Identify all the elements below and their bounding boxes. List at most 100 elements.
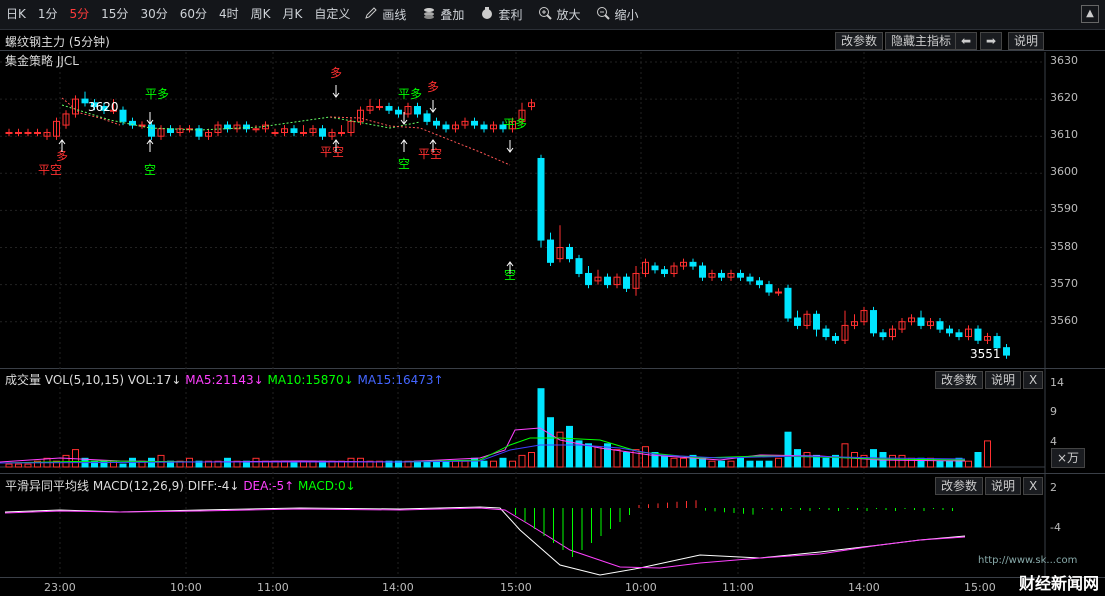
candle-body <box>955 332 963 338</box>
candle-body <box>936 321 944 330</box>
volume-bar <box>794 449 801 468</box>
volume-bar <box>851 452 858 468</box>
candle-body <box>376 106 383 109</box>
watermark-logo: 财经新闻网 <box>1018 574 1099 593</box>
candle-body <box>547 239 554 263</box>
signal-label: 平多 <box>398 87 422 101</box>
volume-bar <box>186 457 193 468</box>
candle-body <box>765 284 773 293</box>
candle-body <box>1003 347 1010 356</box>
volume-bar <box>889 454 896 468</box>
volume-bar <box>746 460 754 468</box>
diff-line <box>4 506 966 576</box>
signal-label: 平多 <box>145 87 169 101</box>
volume-bar <box>632 449 640 468</box>
candle-body <box>433 120 440 126</box>
volume-bar <box>756 460 763 468</box>
candle-body <box>775 291 782 294</box>
time-tick: 10:00 <box>170 581 202 594</box>
candle-body <box>879 332 887 338</box>
candle-body <box>252 128 260 131</box>
volume-bar <box>699 457 706 468</box>
volume-bar <box>841 443 849 468</box>
candle-body <box>566 247 573 260</box>
candle-body <box>480 124 488 130</box>
volume-bar <box>357 457 364 468</box>
ma10-line <box>0 437 966 464</box>
volume-bar <box>623 452 630 468</box>
volume-bar <box>784 431 792 468</box>
signal-arrow <box>146 112 154 125</box>
time-tick: 15:00 <box>964 581 996 594</box>
candle-body <box>699 265 706 278</box>
candle-body <box>319 128 326 137</box>
candle-body <box>917 317 925 326</box>
signal-label: 空 <box>398 157 410 171</box>
candle-body <box>822 328 830 338</box>
dea-line <box>4 507 966 569</box>
volume-bar <box>737 457 744 468</box>
signal-label: 平空 <box>38 163 62 177</box>
candle-body <box>575 258 583 274</box>
candle-body <box>974 328 982 341</box>
volume-bar <box>119 463 127 468</box>
volume-bar <box>585 443 592 468</box>
volume-bar <box>936 460 944 468</box>
candle-body <box>718 272 725 278</box>
candle-body <box>15 131 22 134</box>
volume-bar <box>946 460 953 468</box>
candle-body <box>423 113 431 122</box>
candle-body <box>414 106 421 115</box>
signal-label: 空 <box>144 163 156 177</box>
signal-label: 平空 <box>320 145 344 159</box>
candle-body <box>385 106 393 111</box>
volume-bar <box>613 449 621 468</box>
candle-body <box>537 157 545 241</box>
signal-arrow <box>400 139 408 152</box>
time-tick: 10:00 <box>625 581 657 594</box>
volume-bar <box>224 457 231 468</box>
volume-bar <box>727 460 735 468</box>
volume-bar <box>803 452 811 468</box>
candle-body <box>119 109 127 122</box>
candle-body <box>300 131 307 134</box>
signal-arrow <box>146 139 154 152</box>
candle-body <box>746 276 754 282</box>
volume-bar <box>5 463 13 468</box>
volume-bar <box>556 431 564 468</box>
volume-bar <box>442 460 450 468</box>
volume-bar <box>642 446 649 468</box>
candle-body <box>290 128 298 133</box>
signal-label: 平多 <box>503 117 527 131</box>
candle-body <box>395 109 402 115</box>
high-price-label: 3620 <box>88 100 119 114</box>
volume-bar <box>518 454 526 468</box>
volume-bar <box>680 457 687 468</box>
candle-body <box>604 276 611 286</box>
volume-bar <box>452 460 459 468</box>
volume-bar <box>670 457 678 468</box>
candle-body <box>946 328 953 334</box>
signal-label: 多 <box>330 66 342 80</box>
candle-body <box>993 336 1001 349</box>
volume-bar <box>765 460 773 468</box>
volume-bar <box>461 460 469 468</box>
volume-bar <box>15 463 22 468</box>
candle-body <box>689 261 697 267</box>
volume-bar <box>718 460 725 468</box>
volume-bar <box>509 460 516 468</box>
signal-arrow <box>332 85 340 98</box>
last-price-label: 3551 <box>970 347 1001 361</box>
volume-bar <box>822 457 830 468</box>
signal-label: 多 <box>427 80 439 94</box>
volume-bar <box>566 425 573 468</box>
volume-bar <box>480 460 488 468</box>
kline-chart[interactable]: 多平空平多空多平空平多 多空平空平多空 <box>0 0 1105 596</box>
volume-bar <box>547 417 554 468</box>
signal-arrow <box>429 100 437 113</box>
signal-arrow <box>506 140 514 153</box>
volume-bar <box>775 457 782 468</box>
candle-body <box>623 276 630 289</box>
volume-bar <box>528 452 535 468</box>
candle-body <box>338 131 345 134</box>
